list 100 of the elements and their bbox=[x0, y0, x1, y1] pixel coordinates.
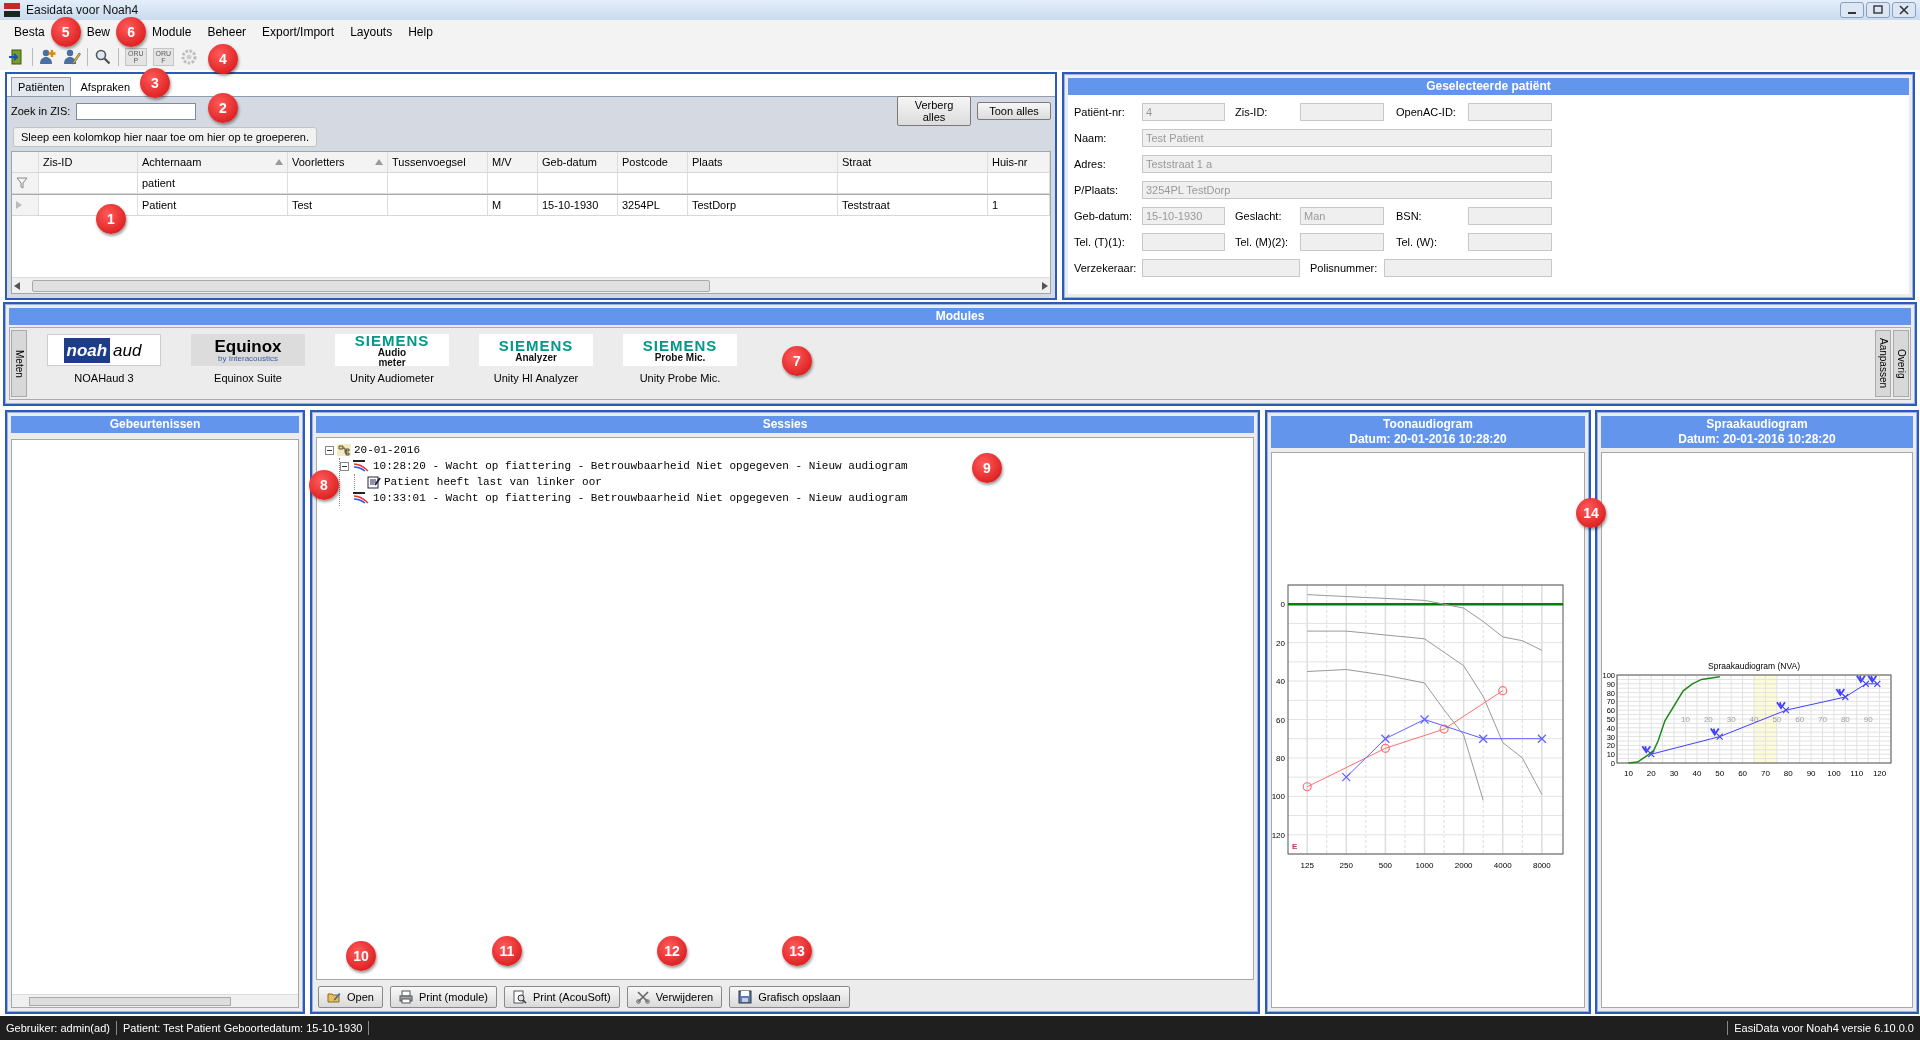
filter-value[interactable]: patient bbox=[142, 177, 176, 189]
module-logo[interactable]: Equinox by Interacoustics bbox=[191, 334, 305, 366]
side-tab[interactable]: Aanpassen bbox=[1875, 330, 1891, 397]
chart-mark-label: E bbox=[1292, 842, 1298, 851]
open-folder-icon bbox=[327, 990, 341, 1004]
data-point bbox=[1302, 782, 1312, 792]
tab[interactable]: Afspraken bbox=[73, 77, 137, 96]
scale-label: 70 bbox=[1818, 715, 1827, 724]
menu-item[interactable]: Export/Import bbox=[254, 25, 343, 39]
point bbox=[1873, 680, 1881, 688]
tree-item[interactable]: Patient heeft last van linker oor bbox=[384, 476, 602, 488]
table-cell: Teststraat bbox=[842, 199, 890, 211]
column-header[interactable]: Tussenvoegsel bbox=[388, 152, 488, 172]
column-header[interactable]: Huis-nr bbox=[988, 152, 1050, 172]
menu-item[interactable]: Module bbox=[144, 25, 200, 39]
module-label: Unity Probe Mic. bbox=[639, 372, 721, 384]
column-header[interactable]: Plaats bbox=[688, 152, 838, 172]
search-field[interactable] bbox=[76, 102, 197, 120]
add-user-icon[interactable] bbox=[39, 48, 57, 66]
axis-label: 20 bbox=[1276, 638, 1285, 648]
axis-label: 10 bbox=[1623, 769, 1633, 778]
panel-header: Gebeurtenissen bbox=[11, 416, 299, 433]
module-logo[interactable]: SIEMENS Audio meter bbox=[335, 334, 449, 366]
panel-title: Toonaudiogram bbox=[1382, 417, 1474, 432]
axis-label: 4000 bbox=[1493, 861, 1512, 870]
data-point bbox=[1498, 686, 1508, 696]
axis-label: 0 bbox=[1280, 600, 1285, 610]
axis-label: 40 bbox=[1692, 769, 1702, 778]
tab[interactable]: Patiënten bbox=[11, 77, 72, 96]
axis-label: 120 bbox=[1272, 830, 1285, 840]
maximize-icon[interactable] bbox=[1866, 2, 1890, 18]
data-point bbox=[1835, 688, 1849, 701]
field-label: Verzekeraar: bbox=[1074, 262, 1138, 274]
axis-label: 30 bbox=[1669, 769, 1679, 778]
column-header[interactable]: M/V bbox=[488, 152, 538, 172]
axis-label: 60 bbox=[1276, 715, 1285, 725]
data-point bbox=[1867, 674, 1881, 688]
point bbox=[1782, 706, 1790, 714]
module-logo[interactable]: SIEMENS Analyzer bbox=[479, 334, 593, 366]
menu-item[interactable]: Help bbox=[400, 25, 441, 39]
point bbox=[1862, 680, 1870, 688]
data-point bbox=[1537, 734, 1547, 744]
close-icon[interactable] bbox=[1892, 2, 1916, 18]
side-tab[interactable]: Overig bbox=[1893, 330, 1909, 397]
action-button[interactable]: Print (AcouSoft) bbox=[504, 986, 620, 1008]
tree-item[interactable]: 10:33:01 - Wacht op fiattering - Betrouwbaarheid Niet opgegeven - Nieuw audiogram bbox=[373, 492, 908, 504]
toolbar-button[interactable]: Verberg alles bbox=[897, 96, 971, 126]
horizontal-scrollbar[interactable] bbox=[12, 994, 298, 1007]
panel-subtitle: Datum: 20-01-2016 10:28:20 bbox=[1348, 432, 1508, 447]
menu-item[interactable]: Layouts bbox=[342, 25, 401, 39]
scale-label: 50 bbox=[1772, 715, 1782, 724]
scale-label: 30 bbox=[1726, 715, 1736, 724]
scroll-right-icon[interactable] bbox=[1042, 281, 1048, 290]
field-label: Naam: bbox=[1074, 132, 1108, 144]
axis-label: 40 bbox=[1276, 677, 1285, 687]
field-label: Zis-ID: bbox=[1235, 106, 1269, 118]
status-text: Gebruiker: admin(ad) bbox=[0, 1021, 117, 1035]
audiogram-icon bbox=[352, 492, 370, 504]
data-point bbox=[1709, 727, 1724, 741]
column-header[interactable]: Straat bbox=[838, 152, 988, 172]
axis-label: 80 bbox=[1783, 769, 1793, 778]
axis-label: 60 bbox=[1738, 769, 1748, 778]
expand-toggle[interactable] bbox=[325, 445, 334, 455]
horizontal-scrollbar[interactable] bbox=[12, 277, 1050, 293]
column-header[interactable]: Achternaam bbox=[138, 152, 288, 172]
print-preview-icon bbox=[513, 990, 527, 1004]
tree-item[interactable]: 10:28:20 - Wacht op fiattering - Betrouwbaarheid Niet opgegeven - Nieuw audiogram bbox=[373, 460, 908, 472]
status-text: EasiData voor Noah4 versie 6.10.0.0 bbox=[1727, 1021, 1920, 1035]
table-cell: 3254PL bbox=[622, 199, 660, 211]
app-icon bbox=[4, 2, 20, 18]
field-label: Patiënt-nr: bbox=[1074, 106, 1126, 118]
axis-label: 1000 bbox=[1415, 861, 1434, 870]
filter-icon[interactable] bbox=[16, 177, 28, 189]
column-header[interactable]: Zis-ID bbox=[39, 152, 138, 172]
action-button[interactable]: Open bbox=[318, 986, 383, 1008]
scroll-left-icon[interactable] bbox=[14, 281, 20, 290]
data-point bbox=[1439, 724, 1449, 734]
axis-label: 120 bbox=[1872, 769, 1887, 778]
axis-label: 500 bbox=[1378, 861, 1393, 870]
search-icon[interactable] bbox=[94, 48, 112, 66]
action-button[interactable]: Verwijderen bbox=[626, 986, 723, 1008]
column-header[interactable]: Voorletters bbox=[288, 152, 388, 172]
column-header[interactable]: Geb-datum bbox=[538, 152, 618, 172]
tree-item[interactable]: 20-01-2016 bbox=[354, 444, 420, 456]
data-point bbox=[1380, 743, 1390, 753]
module-logo[interactable]: noah aud bbox=[47, 334, 161, 366]
expand-toggle[interactable] bbox=[340, 461, 349, 471]
menu-item[interactable]: Bew bbox=[78, 25, 119, 39]
menu-item[interactable]: Besta bbox=[6, 25, 53, 39]
module-logo[interactable]: SIEMENS Probe Mic. bbox=[623, 334, 737, 366]
data-point bbox=[1380, 734, 1390, 744]
edit-user-icon[interactable] bbox=[63, 48, 81, 66]
menu-item[interactable]: Beheer bbox=[199, 25, 255, 39]
side-tab[interactable]: Meten bbox=[11, 330, 27, 397]
scale-label: 10 bbox=[1681, 715, 1690, 724]
column-header[interactable]: Postcode bbox=[618, 152, 688, 172]
action-button[interactable]: Grafisch opslaan bbox=[729, 986, 850, 1008]
action-button[interactable]: Print (module) bbox=[389, 986, 497, 1008]
minimize-icon[interactable] bbox=[1840, 2, 1864, 18]
toolbar-button[interactable]: Toon alles bbox=[977, 102, 1051, 120]
